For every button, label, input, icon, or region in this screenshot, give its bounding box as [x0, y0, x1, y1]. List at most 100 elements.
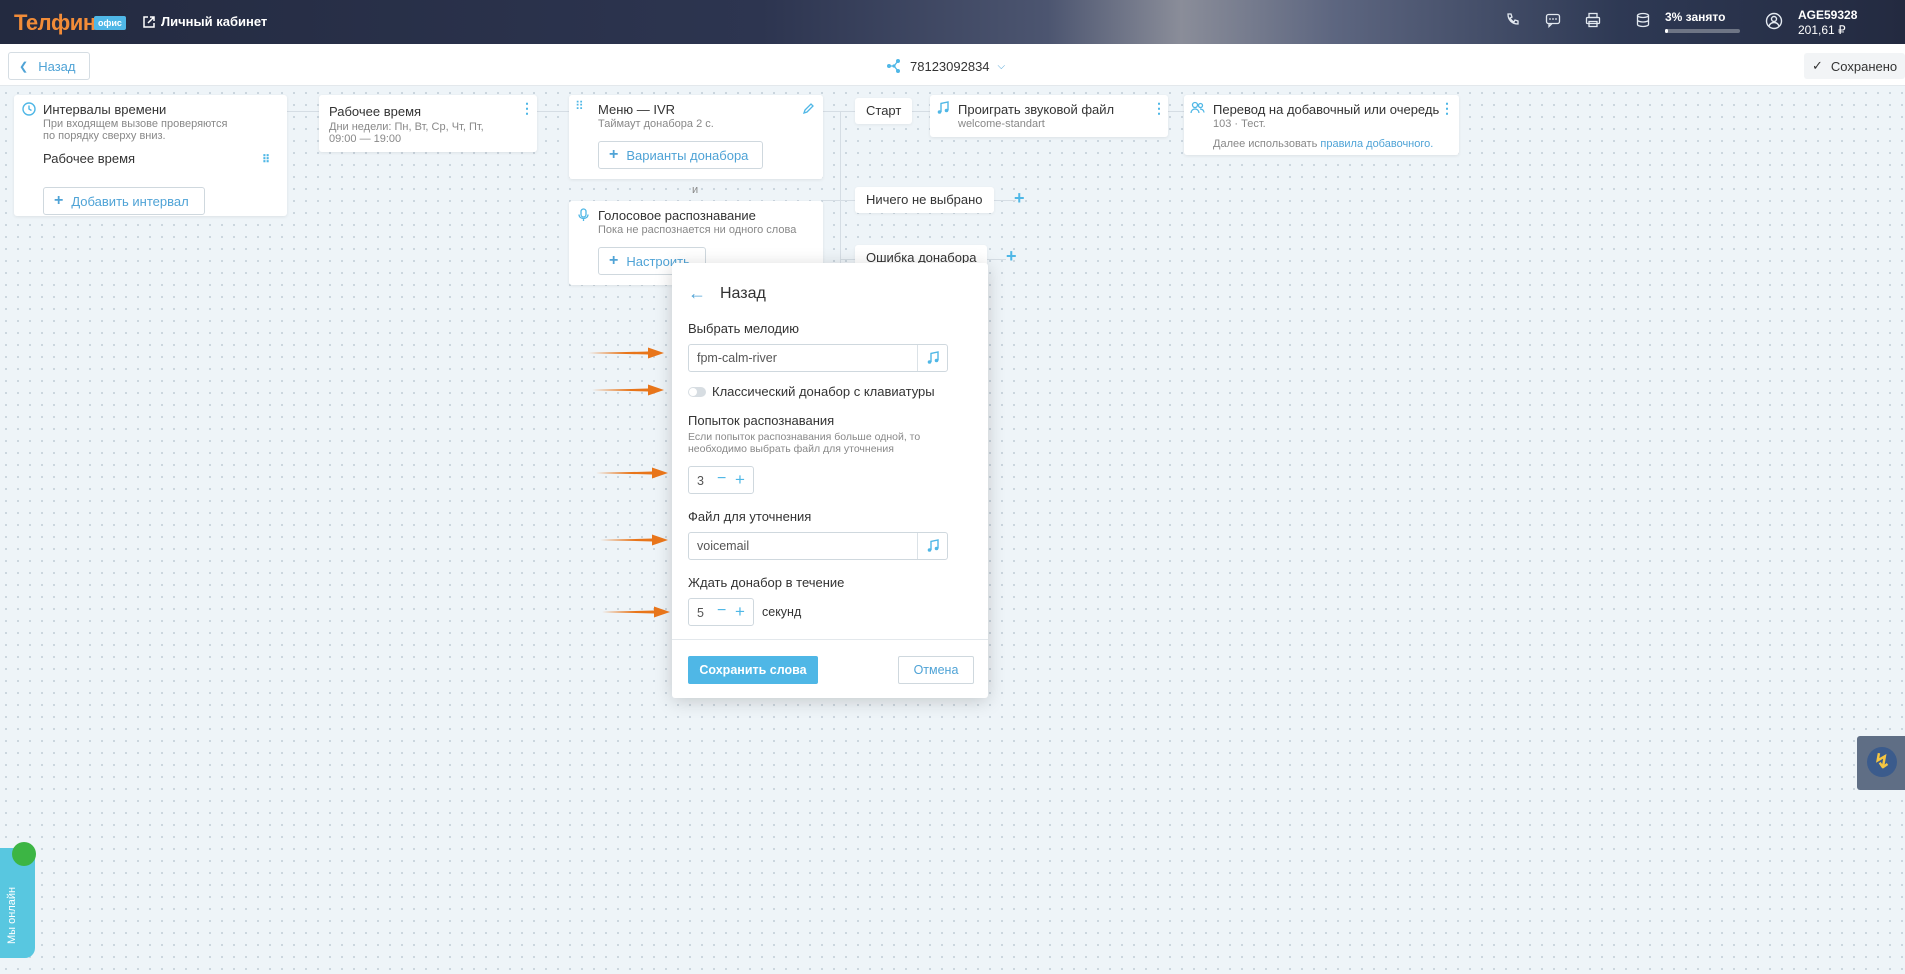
- account-info[interactable]: AGE59328 201,61 ₽: [1798, 8, 1857, 38]
- intervals-title: Интервалы времени: [43, 102, 167, 117]
- logo[interactable]: Телфин: [14, 10, 96, 36]
- users-icon: [1190, 101, 1205, 114]
- play-sound-card[interactable]: Проиграть звуковой файл welcome-standart…: [930, 95, 1168, 137]
- wait-unit: секунд: [762, 605, 802, 619]
- plus-icon[interactable]: +: [735, 602, 745, 622]
- intervals-card[interactable]: Интервалы времени При входящем вызове пр…: [14, 95, 287, 216]
- online-chat-tab[interactable]: Мы онлайн: [0, 842, 36, 958]
- ivr-title: Меню — IVR: [598, 102, 676, 117]
- dial-options-label: Варианты донабора: [626, 147, 749, 163]
- attempts-help: Если попыток распознавания больше одной,…: [688, 431, 921, 455]
- start-chip[interactable]: Старт: [855, 98, 913, 124]
- drag-handle-icon[interactable]: ⠿: [262, 153, 270, 167]
- intervals-subtitle-1: При входящем вызове проверяются: [43, 118, 228, 130]
- attempts-stepper[interactable]: 3 − +: [688, 466, 754, 494]
- voice-title: Голосовое распознавание: [598, 208, 756, 223]
- melody-select[interactable]: fpm-calm-river: [688, 344, 948, 372]
- toggle-knob: [689, 388, 697, 396]
- saved-label: Сохранено: [1830, 58, 1898, 74]
- arrow-left-icon: ←: [688, 283, 706, 303]
- ivr-subtitle: Таймаут донабора 2 с.: [598, 118, 714, 130]
- play-sound-file: welcome-standart: [958, 118, 1045, 130]
- fax-icon[interactable]: [1583, 12, 1603, 32]
- work-time-title: Рабочее время: [329, 104, 422, 119]
- connector: [986, 259, 1006, 260]
- modal-back-button[interactable]: ← Назад: [688, 283, 766, 304]
- cancel-button[interactable]: Отмена: [898, 656, 974, 684]
- modal-divider: [672, 639, 988, 640]
- connector: [287, 111, 319, 112]
- work-time-days: Дни недели: Пн, Вт, Ср, Чт, Пт,: [329, 121, 484, 133]
- nothing-selected-chip[interactable]: Ничего не выбрано: [855, 187, 994, 213]
- save-words-button[interactable]: Сохранить слова: [688, 656, 818, 684]
- add-interval-button[interactable]: + Добавить интервал: [43, 187, 205, 215]
- personal-cabinet-link[interactable]: Личный кабинет: [143, 14, 267, 29]
- clarify-file-value: voicemail: [697, 539, 750, 553]
- personal-cabinet-label: Личный кабинет: [161, 14, 268, 29]
- plus-icon[interactable]: +: [735, 470, 745, 490]
- annotation-arrow-icon: [600, 534, 668, 546]
- phone-icon[interactable]: [1503, 12, 1523, 32]
- music-file-icon[interactable]: [917, 345, 947, 371]
- add-branch-plus-icon[interactable]: +: [1014, 188, 1025, 209]
- minus-icon[interactable]: −: [717, 602, 726, 620]
- edit-pencil-icon[interactable]: [802, 102, 815, 115]
- classic-dial-label: Классический донабор с клавиатуры: [712, 384, 935, 399]
- user-circle-icon[interactable]: [1764, 12, 1784, 32]
- connector: [994, 200, 1016, 201]
- account-balance: 201,61 ₽: [1798, 23, 1846, 37]
- ivr-menu-card[interactable]: ⠿ Меню — IVR Таймаут донабора 2 с. + Вар…: [569, 95, 823, 179]
- more-vertical-icon[interactable]: ⋮: [520, 101, 534, 115]
- add-branch-plus-icon[interactable]: +: [1006, 246, 1017, 267]
- back-button[interactable]: ❮ Назад: [8, 52, 91, 80]
- database-icon: [1633, 12, 1653, 32]
- minus-icon[interactable]: −: [717, 470, 726, 488]
- melody-label: Выбрать мелодию: [688, 321, 799, 336]
- microphone-icon: [578, 208, 589, 221]
- classic-dial-toggle[interactable]: [688, 387, 706, 397]
- phone-number-selector[interactable]: 78123092834 ⌵: [886, 58, 1005, 74]
- connector: [823, 111, 855, 112]
- annotation-arrow-icon: [602, 606, 670, 618]
- dial-options-button[interactable]: + Варианты донабора: [598, 141, 763, 169]
- wait-label: Ждать донабор в течение: [688, 575, 845, 590]
- chevron-left-icon: ❮: [19, 60, 29, 73]
- attempts-value: 3: [697, 474, 704, 488]
- sub-toolbar: ❮ Назад 78123092834 ⌵ ✓ Сохранено: [0, 44, 1905, 86]
- transfer-footer-prefix: Далее использовать: [1213, 138, 1321, 150]
- intervals-subtitle-2: по порядку сверху вниз.: [43, 130, 166, 142]
- chat-icon[interactable]: [1543, 12, 1563, 32]
- voice-subtitle: Пока не распознается ни одного слова: [598, 224, 797, 236]
- external-link-icon: [143, 15, 155, 28]
- music-note-icon: [937, 101, 949, 114]
- account-id: AGE59328: [1798, 8, 1858, 22]
- voice-settings-modal: ← Назад Выбрать мелодию fpm-calm-river К…: [672, 263, 988, 698]
- phone-number: 78123092834: [910, 58, 990, 74]
- connector: [823, 200, 855, 201]
- side-widget-button[interactable]: ↯: [1857, 736, 1905, 790]
- connector: [537, 111, 569, 112]
- clock-icon: [22, 102, 36, 116]
- more-vertical-icon[interactable]: ⋮: [1440, 101, 1454, 115]
- connector: [1168, 111, 1184, 112]
- clarify-file-label: Файл для уточнения: [688, 509, 812, 524]
- logo-badge: офис: [94, 16, 126, 30]
- work-time-card[interactable]: Рабочее время Дни недели: Пн, Вт, Ср, Чт…: [319, 95, 537, 152]
- chevron-down-icon: ⌵: [997, 60, 1006, 72]
- more-vertical-icon[interactable]: ⋮: [1152, 101, 1166, 115]
- back-button-label: Назад: [38, 58, 76, 74]
- storage-bar-fill: [1665, 29, 1668, 33]
- annotation-arrow-icon: [588, 347, 664, 359]
- check-icon: ✓: [1812, 58, 1823, 73]
- play-sound-title: Проиграть звуковой файл: [958, 102, 1115, 117]
- clarify-file-select[interactable]: voicemail: [688, 532, 948, 560]
- music-file-icon[interactable]: [917, 533, 947, 559]
- transfer-title: Перевод на добавочный или очередь: [1213, 102, 1440, 117]
- transfer-card[interactable]: Перевод на добавочный или очередь 103 · …: [1184, 95, 1459, 155]
- wait-value: 5: [697, 606, 704, 620]
- annotation-arrow-icon: [592, 384, 664, 396]
- wait-stepper[interactable]: 5 − +: [688, 598, 754, 626]
- extension-rules-link[interactable]: правила добавочного.: [1320, 138, 1433, 150]
- interval-item-work-time[interactable]: Рабочее время: [43, 151, 135, 166]
- melody-value: fpm-calm-river: [697, 351, 777, 365]
